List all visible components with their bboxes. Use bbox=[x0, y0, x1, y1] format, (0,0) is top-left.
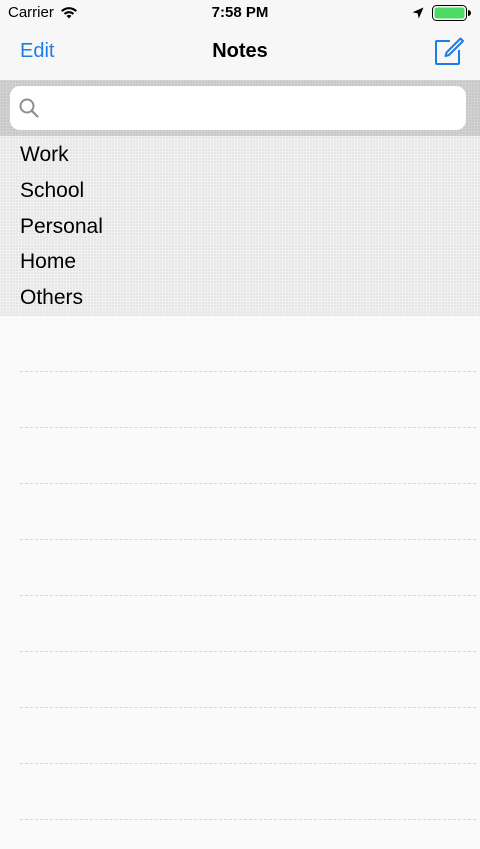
divider bbox=[20, 539, 476, 540]
divider bbox=[20, 651, 476, 652]
location-icon bbox=[412, 7, 424, 19]
divider bbox=[20, 819, 476, 820]
status-right bbox=[412, 5, 472, 21]
list-item-others[interactable]: Others bbox=[20, 283, 83, 313]
divider bbox=[20, 595, 476, 596]
list-item-home[interactable]: Home bbox=[20, 247, 76, 277]
divider bbox=[20, 707, 476, 708]
search-input[interactable] bbox=[46, 89, 466, 127]
divider bbox=[20, 427, 476, 428]
status-time: 7:58 PM bbox=[211, 4, 269, 21]
search-field[interactable] bbox=[10, 86, 466, 130]
status-bar: Carrier 7:58 PM bbox=[0, 0, 480, 26]
list-item-personal[interactable]: Personal bbox=[20, 212, 103, 242]
search-bar bbox=[0, 80, 480, 136]
divider bbox=[20, 763, 476, 764]
battery-icon bbox=[432, 5, 471, 21]
list-item-school[interactable]: School bbox=[20, 176, 84, 206]
compose-icon[interactable] bbox=[432, 36, 464, 68]
divider bbox=[20, 483, 476, 484]
category-list: Work School Personal Home Others bbox=[0, 136, 480, 316]
divider bbox=[20, 371, 476, 372]
search-icon bbox=[19, 98, 39, 118]
page-title: Notes bbox=[212, 40, 268, 62]
list-item-work[interactable]: Work bbox=[20, 140, 69, 170]
nav-bar: Edit Notes bbox=[0, 26, 480, 80]
